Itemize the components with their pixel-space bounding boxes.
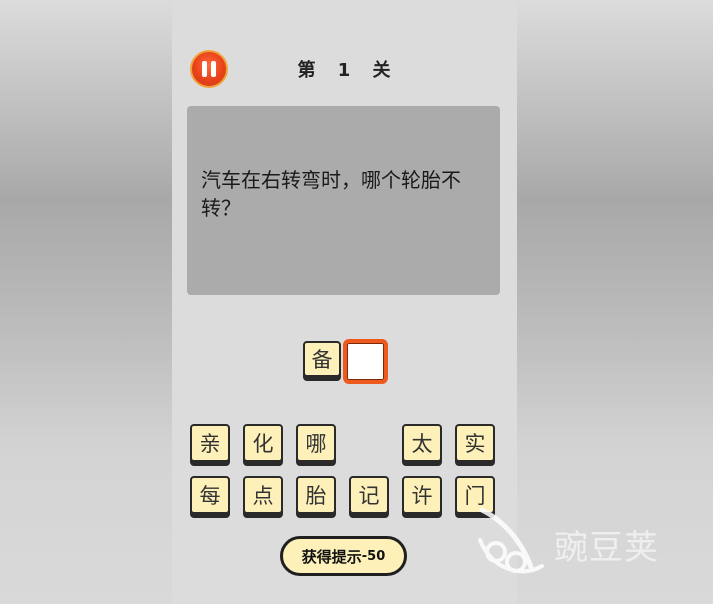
choice-tile[interactable]: 太 (402, 424, 442, 462)
choice-tile[interactable]: 点 (243, 476, 283, 514)
question-text: 汽车在右转弯时，哪个轮胎不转？ (201, 168, 461, 220)
hint-cost: -50 (361, 548, 386, 564)
answer-slot-filled[interactable]: 备 (303, 341, 341, 377)
hint-label: 获得提示 (301, 547, 362, 566)
choice-tile[interactable]: 记 (349, 476, 389, 514)
level-title: 第 1 关 (297, 60, 393, 81)
get-hint-button[interactable]: 获得提示 -50 (280, 536, 407, 576)
background-left (0, 0, 172, 604)
pause-icon (202, 61, 207, 77)
choice-tile[interactable]: 许 (402, 476, 442, 514)
choice-tile[interactable]: 哪 (296, 424, 336, 462)
choice-tile[interactable]: 化 (243, 424, 283, 462)
pause-icon-bar (211, 61, 216, 77)
question-panel: 汽车在右转弯时，哪个轮胎不转？ (187, 106, 500, 295)
choice-tile[interactable]: 门 (455, 476, 495, 514)
choice-tile[interactable]: 亲 (190, 424, 230, 462)
choice-tile[interactable]: 每 (190, 476, 230, 514)
answer-slot-empty[interactable] (343, 339, 388, 384)
choice-tile[interactable]: 实 (455, 424, 495, 462)
pause-button[interactable] (190, 50, 228, 88)
background-right (517, 0, 713, 604)
choice-tile[interactable]: 胎 (296, 476, 336, 514)
